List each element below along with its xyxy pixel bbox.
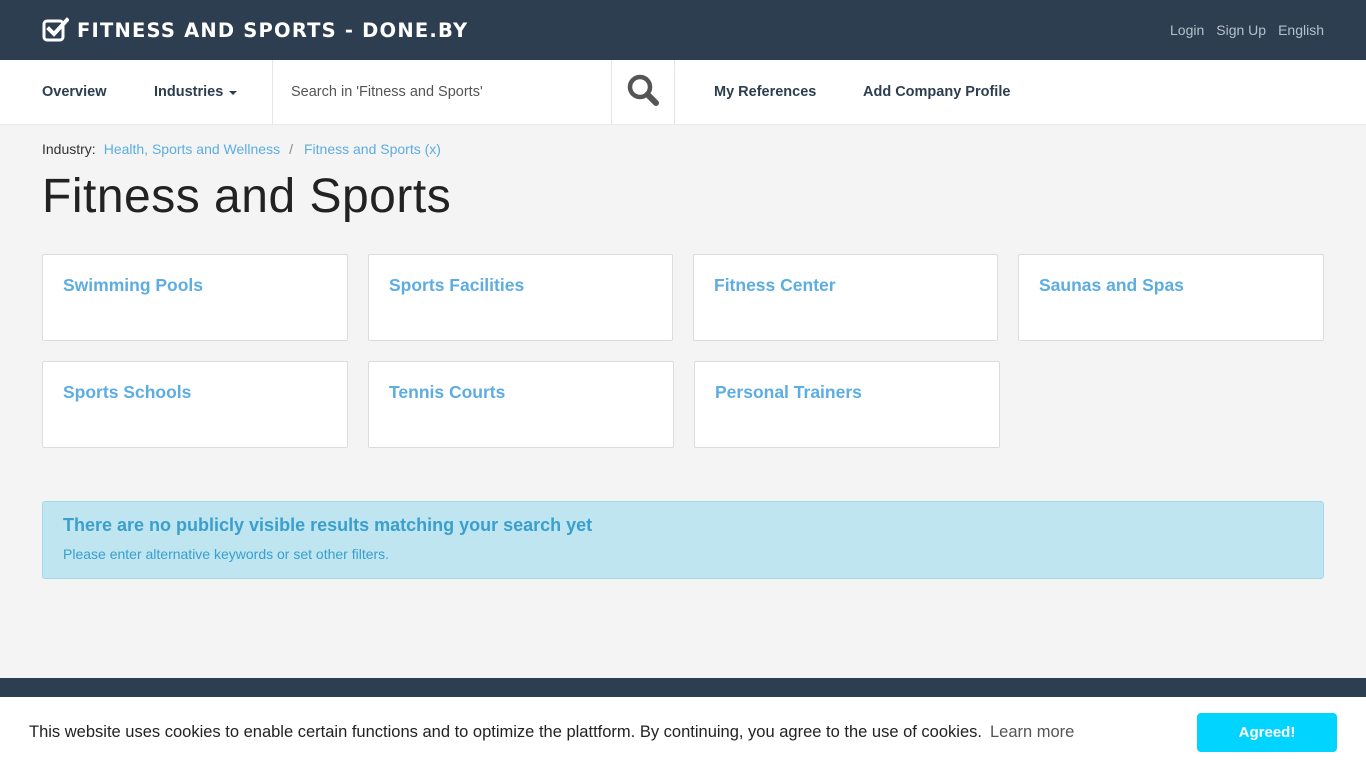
category-label: Tennis Courts [389,381,506,402]
category-label: Sports Facilities [389,274,525,295]
category-card[interactable]: Swimming Pools [42,253,348,341]
login-link[interactable]: Login [1170,22,1204,38]
category-card[interactable]: Sports Facilities [368,253,673,341]
breadcrumb-separator: / [289,140,293,157]
nav-industries-label: Industries [154,84,224,100]
nav-overview[interactable]: Overview [42,60,154,124]
category-card[interactable]: Fitness Center [693,253,998,341]
category-label: Fitness Center [714,274,836,295]
no-results-alert: There are no publicly visible results ma… [42,500,1324,579]
main-content: Industry: Health, Sports and Wellness / … [0,140,1366,579]
nav-add-company-profile[interactable]: Add Company Profile [863,60,1010,124]
main-nav: Overview Industries My References Add Co… [0,60,1366,125]
language-link[interactable]: English [1278,22,1324,38]
category-card[interactable]: Tennis Courts [368,360,674,448]
search-box [272,60,612,124]
brand-link[interactable]: Fitness and Sports - Done.by [42,17,468,43]
category-label: Saunas and Spas [1039,274,1184,295]
alert-title: There are no publicly visible results ma… [63,514,593,535]
brand-title: Fitness and Sports - Done.by [77,18,469,42]
breadcrumb-parent-link[interactable]: Health, Sports and Wellness [104,141,280,157]
category-label: Personal Trainers [715,381,862,402]
category-card[interactable]: Personal Trainers [694,360,1000,448]
caret-down-icon [229,91,238,95]
signup-link[interactable]: Sign Up [1216,22,1266,38]
breadcrumb-label: Industry: [42,140,96,157]
nav-industries[interactable]: Industries [154,60,272,124]
cookie-message: This website uses cookies to enable cert… [29,723,982,741]
cookie-banner: This website uses cookies to enable cert… [0,697,1366,768]
search-input[interactable] [273,60,611,124]
top-links: Login Sign Up English [1170,22,1324,38]
category-grid: Swimming Pools Sports Facilities Fitness… [42,253,1324,454]
nav-my-references[interactable]: My References [714,60,863,124]
top-header: Fitness and Sports - Done.by Login Sign … [0,0,1366,60]
search-icon [626,73,660,112]
breadcrumb-current-link[interactable]: Fitness and Sports (x) [304,141,441,157]
category-card[interactable]: Saunas and Spas [1018,253,1324,341]
checkbox-check-icon [42,17,70,43]
cookie-learn-more-link[interactable]: Learn more [990,723,1074,742]
breadcrumb: Industry: Health, Sports and Wellness / … [42,140,1324,157]
search-button[interactable] [612,60,675,124]
category-card[interactable]: Sports Schools [42,360,348,448]
page-title: Fitness and Sports [42,170,452,223]
category-label: Sports Schools [63,381,192,402]
alert-text: Please enter alternative keywords or set… [63,545,390,562]
category-label: Swimming Pools [63,274,204,295]
cookie-agree-button[interactable]: Agreed! [1197,713,1337,752]
